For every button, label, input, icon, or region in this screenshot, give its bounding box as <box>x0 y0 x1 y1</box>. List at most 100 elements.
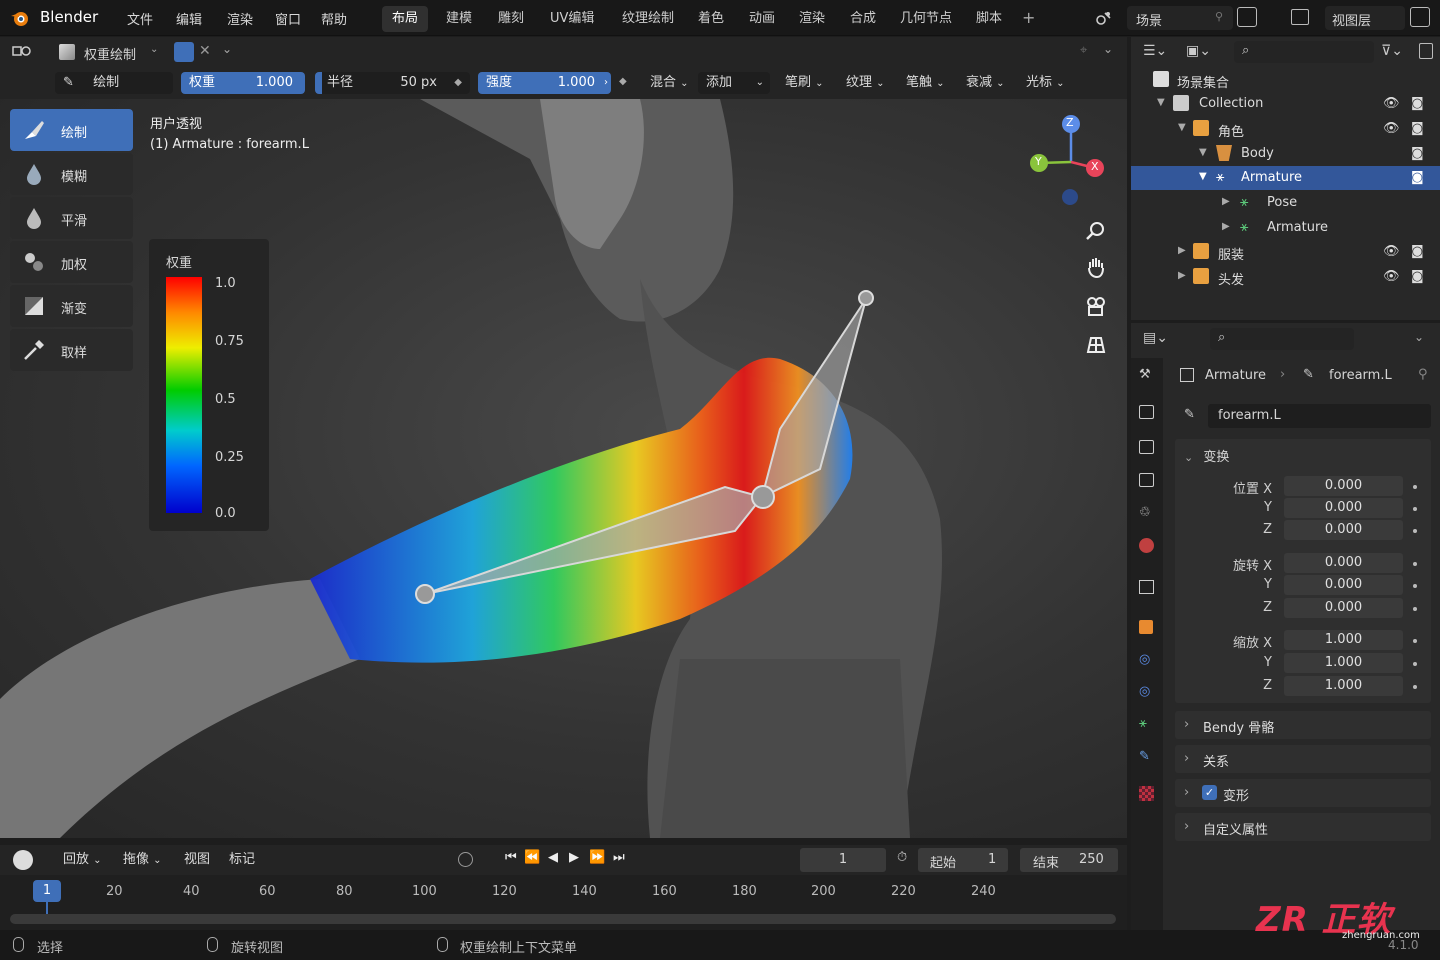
rotation-z-field[interactable]: 0.000 <box>1284 598 1403 618</box>
camera-icon[interactable]: ◙ <box>1411 269 1425 284</box>
scene-icon[interactable] <box>1095 9 1113 27</box>
outliner-row-collection[interactable]: ▼ Collection 👁 ◙ <box>1131 92 1440 116</box>
scale-y-field[interactable]: 1.000 <box>1284 653 1403 673</box>
scale-z-field[interactable]: 1.000 <box>1284 676 1403 696</box>
viewlayer-icon[interactable] <box>1291 9 1309 25</box>
tab-geometry-nodes[interactable]: 几何节点 <box>890 6 962 32</box>
tab-shading[interactable]: 着色 <box>688 6 734 32</box>
weight-field[interactable]: 权重 1.000 <box>181 72 305 94</box>
strength-field[interactable]: 强度 1.000 › <box>478 72 611 94</box>
play-icon[interactable]: ▶ <box>569 850 579 865</box>
scene-field[interactable]: 场景 ⚲ <box>1127 6 1233 30</box>
next-keyframe-icon[interactable]: ⏩ <box>589 850 605 865</box>
brush-dropdown[interactable]: 笔刷 ⌄ <box>785 72 824 94</box>
expand-icon[interactable]: ▶ <box>1222 221 1230 232</box>
tool-smooth[interactable]: 平滑 <box>10 197 133 239</box>
add-workspace-icon[interactable]: + <box>1022 8 1035 27</box>
strength-pressure-icon[interactable]: ◆ <box>619 76 627 87</box>
props-search[interactable]: ⌕ <box>1210 328 1354 350</box>
outliner-row-armature[interactable]: ▼ ⚹ Armature ◙ <box>1131 166 1440 190</box>
tool-average[interactable]: 加权 <box>10 241 133 283</box>
expand-icon[interactable]: ▼ <box>1157 97 1165 108</box>
tab-uv-editing[interactable]: UV编辑 <box>540 6 604 32</box>
auto-key-icon[interactable] <box>458 852 473 867</box>
stroke-dropdown[interactable]: 笔触 ⌄ <box>906 72 945 94</box>
keyframe-dot[interactable] <box>1413 562 1417 566</box>
viewport-options-icon[interactable]: ⌖ <box>1080 43 1087 58</box>
tab-layout[interactable]: 布局 <box>382 6 429 32</box>
blend-dropdown[interactable]: 混合 ⌄ <box>650 72 689 94</box>
falloff-dropdown[interactable]: 衰减 ⌄ <box>966 72 1005 94</box>
tool-blur[interactable]: 模糊 <box>10 153 133 195</box>
tab-modeling[interactable]: 建模 <box>436 6 482 32</box>
pin-icon[interactable]: ⚲ <box>1418 367 1428 382</box>
menu-edit[interactable]: 编辑 <box>176 9 202 28</box>
eye-icon[interactable]: 👁 <box>1383 244 1400 259</box>
tab-texture-paint[interactable]: 纹理绘制 <box>612 6 684 32</box>
jump-end-icon[interactable]: ⏭ <box>613 850 625 865</box>
section-custom-properties[interactable]: › 自定义属性 <box>1175 813 1431 841</box>
view-menu[interactable]: 视图 <box>184 849 210 871</box>
props-editor-icon[interactable]: ▤⌄ <box>1143 330 1168 346</box>
keyframe-dot[interactable] <box>1413 639 1417 643</box>
keyframe-dot[interactable] <box>1413 507 1417 511</box>
tool-tab-icon[interactable]: ⚒ <box>1139 367 1157 385</box>
timeline-scrollbar[interactable] <box>10 914 1116 924</box>
keyframe-dot[interactable] <box>1413 584 1417 588</box>
marker-menu[interactable]: 标记 <box>229 849 255 871</box>
outliner-row-clothing[interactable]: ▶ 服装 👁 ◙ <box>1131 240 1440 264</box>
camera-icon[interactable]: ◙ <box>1411 121 1425 136</box>
mode-dropdown[interactable]: 权重绘制 ⌄ <box>56 41 164 63</box>
tab-compositing[interactable]: 合成 <box>840 6 886 32</box>
display-mode-icon[interactable]: ▣⌄ <box>1186 43 1211 59</box>
viewlayer-field[interactable]: 视图层 <box>1325 6 1405 30</box>
add-dropdown[interactable]: 添加 ⌄ <box>698 72 770 94</box>
playhead[interactable]: 1 <box>33 880 61 902</box>
new-viewlayer-icon[interactable] <box>1410 7 1430 27</box>
outliner-root[interactable]: 场景集合 <box>1131 68 1440 92</box>
cursor-dropdown[interactable]: 光标 ⌄ <box>1026 72 1065 94</box>
section-relations[interactable]: › 关系 <box>1175 745 1431 773</box>
props-chevron-icon[interactable]: ⌄ <box>1414 330 1424 344</box>
xray-toggle-icon[interactable] <box>174 42 194 62</box>
keyframe-dot[interactable] <box>1413 685 1417 689</box>
viewport-chevron-icon[interactable]: ⌄ <box>1103 42 1113 56</box>
render-tab-icon[interactable] <box>1139 405 1154 419</box>
camera-icon[interactable]: ◙ <box>1411 96 1425 111</box>
keyframe-dot[interactable] <box>1413 607 1417 611</box>
outliner-row-pose[interactable]: ▶ ⚹ Pose <box>1131 191 1440 215</box>
expand-icon[interactable]: ▶ <box>1178 245 1186 256</box>
tab-scripting[interactable]: 脚本 <box>966 6 1012 32</box>
rotation-x-field[interactable]: 0.000 <box>1284 553 1403 573</box>
tool-sample[interactable]: 取样 <box>10 329 133 371</box>
outliner-row-character[interactable]: ▼ 角色 👁 ◙ <box>1131 117 1440 141</box>
tab-sculpting[interactable]: 雕刻 <box>488 6 534 32</box>
menu-file[interactable]: 文件 <box>127 9 153 28</box>
outliner-editor-icon[interactable]: ☰⌄ <box>1143 43 1167 59</box>
texture-dropdown[interactable]: 纹理 ⌄ <box>846 72 885 94</box>
options-chevron-icon[interactable]: ⌄ <box>222 42 232 56</box>
eye-icon[interactable]: 👁 <box>1383 269 1400 284</box>
outliner-row-body[interactable]: ▼ Body ◙ <box>1131 142 1440 166</box>
editor-type-icon[interactable] <box>12 43 34 61</box>
keying-menu[interactable]: 拖像 ⌄ <box>123 849 162 871</box>
object-tab-icon[interactable] <box>1139 620 1153 634</box>
tab-rendering[interactable]: 渲染 <box>789 6 835 32</box>
stopwatch-icon[interactable]: ⏱ <box>897 850 907 865</box>
tool-draw[interactable]: 绘制 <box>10 109 133 151</box>
current-frame-field[interactable]: 1 <box>800 848 886 872</box>
location-x-field[interactable]: 0.000 <box>1284 476 1403 496</box>
texture-tab-icon[interactable] <box>1139 786 1154 801</box>
blender-logo-icon[interactable] <box>10 8 30 28</box>
eye-icon[interactable]: 👁 <box>1383 121 1400 136</box>
collection-tab-icon[interactable] <box>1139 580 1154 594</box>
new-collection-icon[interactable] <box>1419 43 1433 59</box>
3d-viewport[interactable]: 绘制 模糊 平滑 加权 渐变 取样 用户透视 (1) Armature : fo… <box>0 99 1127 838</box>
outliner-row-armature-data[interactable]: ▶ ⚹ Armature <box>1131 216 1440 240</box>
tool-gradient[interactable]: 渐变 <box>10 285 133 327</box>
keyframe-dot[interactable] <box>1413 662 1417 666</box>
eye-icon[interactable]: 👁 <box>1383 96 1400 111</box>
timeline-editor-icon[interactable] <box>13 850 33 870</box>
prev-keyframe-icon[interactable]: ⏪ <box>524 850 540 865</box>
menu-window[interactable]: 窗口 <box>275 9 301 28</box>
